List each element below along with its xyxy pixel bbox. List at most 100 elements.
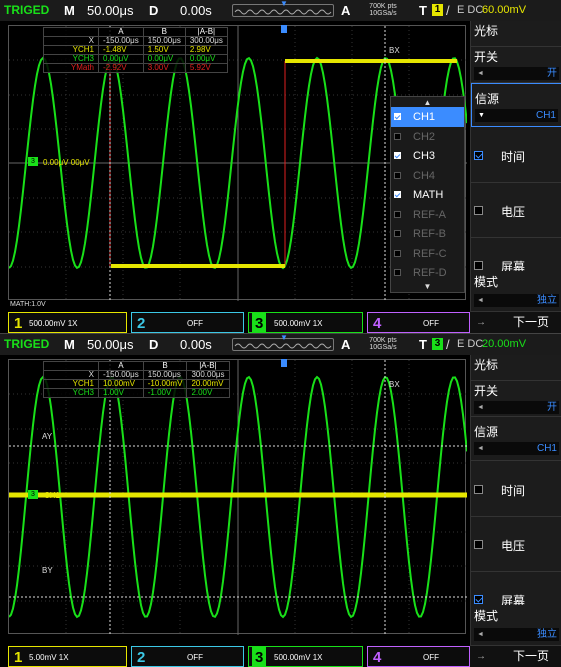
source-option[interactable]: CH1	[391, 107, 464, 127]
ch3-status[interactable]: 3 500.00mV 1X	[248, 646, 363, 667]
meas-row-label: YCH3	[43, 388, 99, 398]
source-value-text: CH1	[535, 110, 556, 121]
trigger-level[interactable]: 20.00mV	[482, 334, 526, 355]
ch4-status[interactable]: 4 OFF	[367, 312, 470, 333]
menu-title-text: 光标	[474, 24, 499, 38]
ch2-status[interactable]: 2 OFF	[131, 646, 244, 667]
timebase-value[interactable]: 50.00μs	[87, 334, 134, 355]
voltage-checkbox[interactable]	[474, 540, 483, 549]
meas-row: YCH3 1.00V -1.00V 2.00V	[43, 388, 230, 398]
option-checkbox	[394, 249, 401, 257]
option-label: REF-D	[413, 267, 447, 279]
switch-value-text: 开	[547, 402, 557, 413]
switch-label: 开关	[474, 50, 499, 64]
ch2-status[interactable]: 2 OFF	[131, 312, 244, 333]
ch1-status[interactable]: 1 5.00mV 1X	[8, 646, 127, 667]
left-arrow-icon: ◄	[477, 631, 484, 638]
trigger-level[interactable]: 60.00mV	[482, 0, 526, 21]
trigger-status: TRIGED	[4, 3, 50, 17]
trigger-source-badge: 3	[432, 338, 443, 350]
ch1-scale: 500.00mV 1X	[29, 319, 78, 328]
delay-value[interactable]: 0.00s	[180, 334, 212, 355]
rising-edge-icon: /	[446, 337, 450, 352]
option-label: CH1	[413, 111, 436, 123]
status-bar: TRIGED M 50.00μs D 0.00s ▼ A 700K pts 10G…	[0, 0, 561, 21]
mode-value[interactable]: ◄ 独立	[474, 628, 559, 641]
cursor-bx-label: BX	[389, 380, 400, 389]
time-item[interactable]: 时间	[471, 127, 561, 183]
trigger-coupling: E DC	[457, 338, 484, 350]
waveform-grid[interactable]	[8, 359, 467, 635]
time-checkbox[interactable]	[474, 151, 483, 160]
switch-value[interactable]: ◄ 开	[474, 401, 559, 414]
meas-row: YMath -2.92V 3.00V 5.92V	[43, 63, 228, 73]
next-page-label: 下一页	[512, 649, 549, 663]
meas-b-value: -1.00V	[142, 388, 188, 398]
source-option[interactable]: CH4	[391, 166, 464, 186]
source-option[interactable]: CH3	[391, 146, 464, 166]
meas-diff-value: 2.00V	[186, 388, 230, 398]
mode-item[interactable]: 模式 ◄ 独立	[471, 605, 561, 646]
screen-checkbox[interactable]	[474, 595, 483, 604]
switch-value[interactable]: ◄ 开	[474, 67, 559, 80]
voltage-item[interactable]: 电压	[471, 517, 561, 572]
right-arrow-icon: →	[476, 651, 486, 662]
cursor-measurement-table: A B |A-B| X -150.00μs 150.00μs 300.00μs YCH1 10.…	[43, 361, 230, 398]
screen-checkbox[interactable]	[474, 261, 483, 270]
ch3-status[interactable]: 3 500.00mV 1X	[248, 312, 363, 333]
ch3-ground-marker-icon[interactable]: 3	[28, 157, 38, 166]
option-label: CH2	[413, 130, 436, 143]
time-checkbox[interactable]	[474, 485, 483, 494]
source-option[interactable]: CH2	[391, 127, 464, 147]
option-checkbox	[394, 269, 401, 276]
source-option[interactable]: REF-C	[391, 244, 464, 264]
ch3-scale: 500.00mV 1X	[274, 319, 323, 328]
option-label: CH4	[413, 169, 436, 182]
scroll-up-icon[interactable]: ▲	[391, 98, 464, 107]
source-option[interactable]: REF-B	[391, 224, 464, 244]
delay-label: D	[149, 337, 159, 352]
source-item[interactable]: 信源 ▼ CH1	[471, 83, 561, 127]
down-arrow-icon: ▼	[478, 112, 485, 119]
ch1-status[interactable]: 1 500.00mV 1X	[8, 312, 127, 333]
rising-edge-icon: /	[446, 3, 450, 18]
mode-item[interactable]: 模式 ◄ 独立	[471, 271, 561, 312]
option-checkbox	[394, 191, 401, 198]
ch4-scale: OFF	[423, 319, 439, 328]
left-arrow-icon: ◄	[477, 70, 484, 77]
source-value[interactable]: ◄ CH1	[474, 442, 559, 455]
mode-label: 模式	[474, 275, 499, 289]
delay-value[interactable]: 0.00s	[180, 0, 212, 21]
source-dropdown[interactable]: ▲ ▼ CH1 CH2 CH3 CH4 MATH REF-A REF-B REF-C REF-D	[390, 96, 465, 293]
switch-item[interactable]: 开关 ◄ 开	[471, 381, 561, 417]
mode-value-text: 独立	[537, 629, 557, 640]
status-bar: TRIGED M 50.00μs D 0.00s ▼ A 700K pts 10G…	[0, 334, 561, 355]
meas-row-label: YMath	[43, 63, 99, 73]
voltage-label: 电压	[501, 539, 526, 553]
ch1-scale: 5.00mV 1X	[29, 653, 69, 662]
ch4-status[interactable]: 4 OFF	[367, 646, 470, 667]
trigger-source-badge: 1	[432, 4, 443, 16]
timebase-value[interactable]: 50.00μs	[87, 0, 134, 21]
ch2-scale: OFF	[187, 319, 203, 328]
mode-value[interactable]: ◄ 独立	[474, 294, 559, 307]
source-option[interactable]: MATH	[391, 185, 464, 205]
source-item[interactable]: 信源 ◄ CH1	[471, 417, 561, 461]
voltage-item[interactable]: 电压	[471, 183, 561, 238]
voltage-label: 电压	[501, 205, 526, 219]
switch-item[interactable]: 开关 ◄ 开	[471, 47, 561, 83]
source-option[interactable]: REF-A	[391, 205, 464, 225]
source-option[interactable]: REF-D	[391, 263, 464, 283]
waveform-display	[9, 360, 467, 635]
source-label: 信源	[474, 425, 499, 439]
next-page-button[interactable]: → 下一页	[470, 646, 561, 667]
scroll-down-icon[interactable]: ▼	[391, 282, 464, 291]
time-item[interactable]: 时间	[471, 461, 561, 517]
ch3-ground-marker-icon[interactable]: 3	[28, 490, 38, 499]
source-value[interactable]: ▼ CH1	[475, 109, 558, 122]
trigger-position-icon: ▼	[280, 334, 288, 342]
voltage-checkbox[interactable]	[474, 206, 483, 215]
channel-bar: 1 5.00mV 1X 2 OFF 3 500.00mV 1X 4 OFF	[0, 646, 470, 667]
acquire-mode: A	[341, 337, 351, 352]
next-page-button[interactable]: → 下一页	[470, 312, 561, 333]
